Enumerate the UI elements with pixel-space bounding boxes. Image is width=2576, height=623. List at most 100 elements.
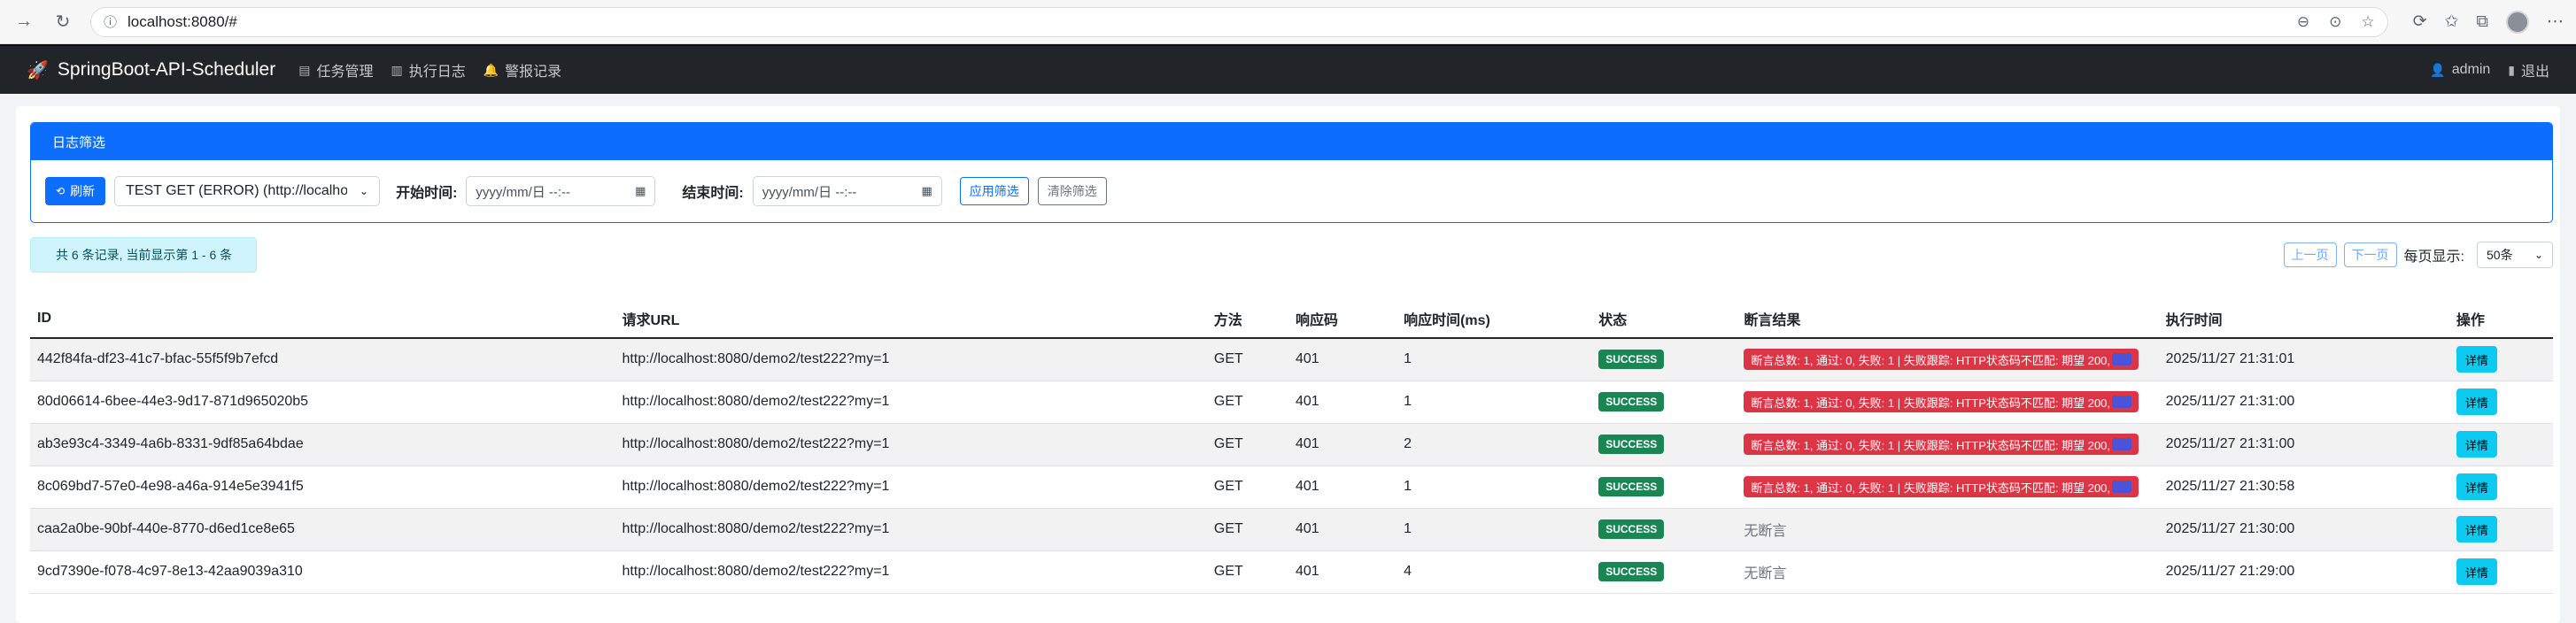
cell-action: 详情 xyxy=(2448,508,2553,551)
detail-button[interactable]: 详情 xyxy=(2456,431,2497,458)
star-icon[interactable]: ☆ xyxy=(2361,13,2374,31)
filter-card-body: ⟲ 刷新 TEST GET (ERROR) (http://localhost:… xyxy=(31,160,2552,222)
cell-id: 442f84fa-df23-41c7-bfac-55f5f9b7efcd xyxy=(30,338,615,381)
assertion-more-icon[interactable] xyxy=(2112,481,2132,493)
start-time-placeholder: yyyy/mm/日 --:-- xyxy=(476,184,571,200)
assertion-more-icon[interactable] xyxy=(2112,396,2132,408)
cell-status: SUCCESS xyxy=(1591,465,1737,509)
clear-filter-button[interactable]: 清除筛选 xyxy=(1037,177,1107,205)
cell-exec-time: 2025/11/27 21:31:00 xyxy=(2158,423,2449,466)
cell-url: http://localhost:8080/demo2/test222?my=1 xyxy=(615,381,1207,424)
cell-code: 401 xyxy=(1288,338,1397,381)
cell-status: SUCCESS xyxy=(1591,423,1737,466)
cell-url: http://localhost:8080/demo2/test222?my=1 xyxy=(615,338,1207,381)
profile-avatar[interactable] xyxy=(2506,10,2529,34)
start-time-label: 开始时间: xyxy=(396,186,458,201)
chevron-down-icon: ⌄ xyxy=(360,185,369,197)
nav-item-logs[interactable]: ▥ 执行日志 xyxy=(391,59,465,81)
cell-time-ms: 1 xyxy=(1396,508,1592,551)
clipboard-icon: ▤ xyxy=(298,62,311,77)
cell-assertion: 断言总数: 1, 通过: 0, 失败: 1 | 失败跟踪: HTTP状态码不匹配… xyxy=(1737,381,2159,424)
page-size-label: 每页显示: xyxy=(2403,250,2464,265)
cell-exec-time: 2025/11/27 21:29:00 xyxy=(2158,550,2449,594)
site-info-icon[interactable]: ⓘ xyxy=(104,12,117,31)
status-badge: SUCCESS xyxy=(1598,350,1665,370)
assertion-more-icon[interactable] xyxy=(2112,438,2132,450)
reload-icon[interactable]: ↻ xyxy=(51,11,74,34)
table-row: 80d06614-6bee-44e3-9d17-871d965020b5 http… xyxy=(30,381,2553,424)
cell-method: GET xyxy=(1206,465,1288,509)
cell-time-ms: 1 xyxy=(1396,338,1592,381)
collections-icon[interactable]: ⧉ xyxy=(2476,12,2488,32)
status-badge: SUCCESS xyxy=(1598,435,1665,454)
cell-exec-time: 2025/11/27 21:30:58 xyxy=(2158,465,2449,509)
bell-icon: 🔔 xyxy=(483,62,499,77)
col-exec-time-header: 执行时间 xyxy=(2158,299,2449,339)
favorites-icon[interactable]: ✩ xyxy=(2445,12,2459,32)
detail-button[interactable]: 详情 xyxy=(2456,388,2497,415)
assertion-text: 无断言 xyxy=(1744,566,1787,581)
address-url[interactable]: localhost:8080/# xyxy=(128,13,2286,31)
next-page-button[interactable]: 下一页 xyxy=(2343,242,2397,267)
logout-icon: ▮ xyxy=(2508,62,2515,77)
cell-action: 详情 xyxy=(2448,381,2553,424)
refresh-button[interactable]: ⟲ 刷新 xyxy=(45,177,106,205)
nav-user[interactable]: 👤 admin xyxy=(2430,62,2490,78)
cell-exec-time: 2025/11/27 21:31:01 xyxy=(2158,338,2449,381)
assertion-fail-badge: 断言总数: 1, 通过: 0, 失败: 1 | 失败跟踪: HTTP状态码不匹配… xyxy=(1744,391,2139,412)
task-select[interactable]: TEST GET (ERROR) (http://localhost:8080 … xyxy=(114,176,381,206)
assertion-fail-badge: 断言总数: 1, 通过: 0, 失败: 1 | 失败跟踪: HTTP状态码不匹配… xyxy=(1744,349,2139,371)
page-size-select[interactable]: 50条 ⌄ xyxy=(2477,242,2553,268)
table-header-row: ID 请求URL 方法 响应码 响应时间(ms) 状态 断言结果 执行时间 操作 xyxy=(30,299,2553,339)
prev-page-button[interactable]: 上一页 xyxy=(2283,242,2337,267)
chart-icon: ▥ xyxy=(391,62,403,77)
address-bar[interactable]: ⓘ localhost:8080/# ⊖ ⊙ ☆ xyxy=(90,6,2388,37)
back-arrow-icon[interactable]: → xyxy=(12,11,35,34)
detail-button[interactable]: 详情 xyxy=(2456,558,2497,585)
detail-button[interactable]: 详情 xyxy=(2456,346,2497,373)
cell-action: 详情 xyxy=(2448,338,2553,381)
status-badge: SUCCESS xyxy=(1598,477,1665,496)
menu-dots-icon[interactable]: ⋯ xyxy=(2547,12,2564,32)
status-badge: SUCCESS xyxy=(1598,392,1665,411)
table-row: ab3e93c4-3349-4a6b-8331-9df85a64bdae http… xyxy=(30,423,2553,466)
cell-method: GET xyxy=(1206,381,1288,424)
nav-item-alerts[interactable]: 🔔 警报记录 xyxy=(483,59,561,81)
assertion-more-icon[interactable] xyxy=(2112,353,2132,366)
cell-status: SUCCESS xyxy=(1591,508,1737,551)
detail-button[interactable]: 详情 xyxy=(2456,473,2497,500)
cell-method: GET xyxy=(1206,338,1288,381)
end-time-input[interactable]: yyyy/mm/日 --:-- ▦ xyxy=(752,176,942,206)
cell-code: 401 xyxy=(1288,381,1397,424)
cell-code: 401 xyxy=(1288,550,1397,594)
cell-method: GET xyxy=(1206,550,1288,594)
summary-row: 共 6 条记录, 当前显示第 1 - 6 条 上一页 下一页 每页显示: 50条… xyxy=(30,237,2553,273)
cell-time-ms: 4 xyxy=(1396,550,1592,594)
brand-title: SpringBoot-API-Scheduler xyxy=(57,59,276,80)
assertion-fail-badge: 断言总数: 1, 通过: 0, 失败: 1 | 失败跟踪: HTTP状态码不匹配… xyxy=(1744,434,2139,455)
cell-time-ms: 2 xyxy=(1396,423,1592,466)
nav-item-label: 警报记录 xyxy=(505,65,562,80)
apply-filter-button[interactable]: 应用筛选 xyxy=(959,177,1029,205)
calendar-icon[interactable]: ▦ xyxy=(635,184,646,198)
brand[interactable]: 🚀 SpringBoot-API-Scheduler xyxy=(27,59,275,81)
end-time-label: 结束时间: xyxy=(682,186,744,201)
cell-id: 8c069bd7-57e0-4e98-a46a-914e5e3941f5 xyxy=(30,465,615,509)
log-table: ID 请求URL 方法 响应码 响应时间(ms) 状态 断言结果 执行时间 操作 442f84f… xyxy=(30,299,2553,594)
calendar-icon[interactable]: ▦ xyxy=(921,184,932,198)
cell-code: 401 xyxy=(1288,465,1397,509)
start-time-input[interactable]: yyyy/mm/日 --:-- ▦ xyxy=(466,176,656,206)
nav-logout[interactable]: ▮ 退出 xyxy=(2508,59,2549,81)
cell-url: http://localhost:8080/demo2/test222?my=1 xyxy=(615,508,1207,551)
cell-url: http://localhost:8080/demo2/test222?my=1 xyxy=(615,465,1207,509)
zoom-icon[interactable]: ⊖ xyxy=(2297,13,2309,31)
cell-action: 详情 xyxy=(2448,550,2553,594)
table-row: 442f84fa-df23-41c7-bfac-55f5f9b7efcd http… xyxy=(30,338,2553,381)
cell-assertion: 无断言 xyxy=(1737,508,2159,551)
detail-button[interactable]: 详情 xyxy=(2456,516,2497,542)
status-badge: SUCCESS xyxy=(1598,562,1665,581)
extensions-icon[interactable]: ⟳ xyxy=(2413,12,2427,32)
table-row: caa2a0be-90bf-440e-8770-d6ed1ce8e65 http:… xyxy=(30,508,2553,551)
nav-item-tasks[interactable]: ▤ 任务管理 xyxy=(298,59,373,81)
more-dots-circle-icon[interactable]: ⊙ xyxy=(2329,13,2341,31)
